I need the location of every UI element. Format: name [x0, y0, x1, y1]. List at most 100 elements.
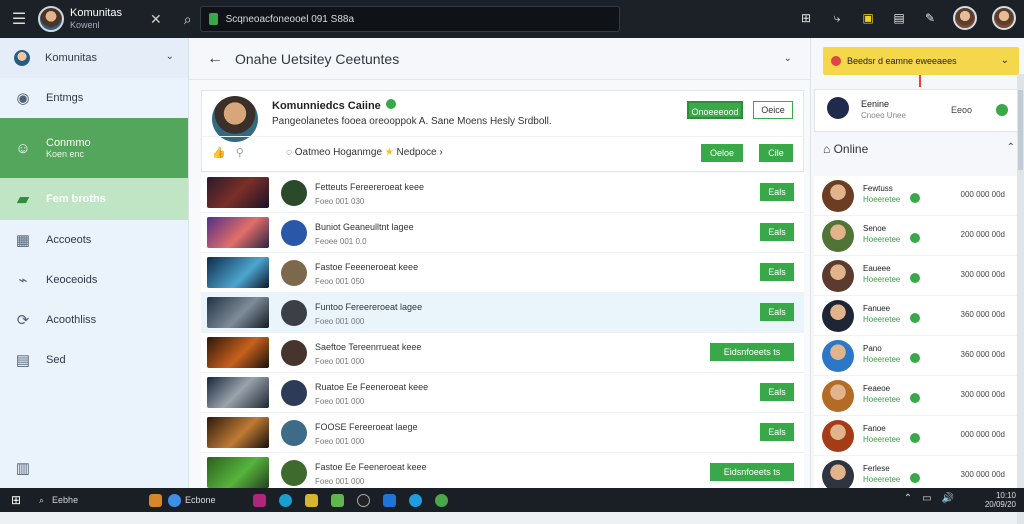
table-row[interactable]: Funtoo Fereereroeat lagee Foeo 001 000 Eal… [201, 293, 804, 333]
post-thumbnail[interactable] [207, 177, 269, 208]
table-row[interactable]: Ruatoe Ee Feeneroeat keee Foeo 001 000 Eal… [201, 373, 804, 413]
online-user[interactable]: Eaueee Hoeeretee 300 000 00d [814, 256, 1018, 296]
action-button-1[interactable]: Oeloe [701, 144, 743, 162]
post-button[interactable]: Eals [760, 223, 794, 241]
task-app-3[interactable] [246, 489, 272, 511]
table-row[interactable]: Fastoe Ee Feeneroeat keee Foeo 001 000 Eid… [201, 453, 804, 493]
chevron-down-icon[interactable]: ⌄ [166, 51, 174, 62]
user-avatar[interactable] [822, 340, 854, 372]
post-button[interactable]: Eals [760, 423, 794, 441]
user-avatar[interactable] [822, 260, 854, 292]
back-arrow-icon[interactable]: ← [207, 50, 223, 68]
chevron-right-icon[interactable]: › [439, 147, 442, 158]
start-icon[interactable]: ⊞ [0, 493, 32, 507]
post-avatar[interactable] [281, 300, 307, 326]
task-app-7[interactable] [350, 489, 376, 511]
badge-icon[interactable]: ▣ [860, 10, 876, 26]
doc-icon[interactable]: ▤ [891, 10, 907, 26]
post-thumbnail[interactable] [207, 217, 269, 248]
post-button[interactable]: Eals [760, 383, 794, 401]
profile-mini-card[interactable]: Eenine Cnoeo Unee Eeoo [814, 89, 1018, 132]
user-avatar[interactable] [953, 6, 977, 30]
user-avatar[interactable] [822, 420, 854, 452]
chevron-down-icon[interactable]: ⌄ [1001, 47, 1009, 75]
post-button[interactable]: Eals [760, 183, 794, 201]
post-avatar[interactable] [281, 260, 307, 286]
post-button[interactable]: Eidsnfoeets ts [710, 463, 794, 481]
table-row[interactable]: Fetteuts Fereereroeat keee Foeo 001 030 Ea… [201, 173, 804, 213]
sidebar-item-acoothliss[interactable]: ⟳ Acoothliss [0, 300, 188, 340]
sidebar-item-community[interactable]: Komunitas ⌄ [0, 38, 188, 78]
post-avatar[interactable] [281, 460, 307, 486]
post-avatar[interactable] [281, 220, 307, 246]
close-icon[interactable]: ✕ [150, 11, 162, 28]
menu-icon[interactable]: ☰ [0, 9, 38, 29]
volume-icon[interactable]: 🔊 [942, 493, 954, 504]
chevron-up-icon[interactable]: ⌃ [1007, 142, 1015, 153]
sidebar-item-keoceoids[interactable]: ⌁ Keoceoids [0, 260, 188, 300]
task-app-9[interactable] [402, 489, 428, 511]
join-button[interactable]: Onoeeeood [687, 101, 743, 119]
post-avatar[interactable] [281, 380, 307, 406]
promo-banner[interactable]: Beedsr d eamne eweeaees ⌄ [823, 47, 1019, 75]
post-thumbnail[interactable] [207, 337, 269, 368]
filter-bar[interactable]: ◌ Oatmeo Hoganmge ★ Nedpoce › [286, 147, 443, 158]
task-app-8[interactable] [376, 489, 402, 511]
post-thumbnail[interactable] [207, 377, 269, 408]
search-icon[interactable]: ⌕ [184, 11, 192, 28]
action-button-2[interactable]: Cile [759, 144, 793, 162]
share-icon[interactable]: ⤷ [829, 10, 845, 26]
online-user[interactable]: Fanoe Hoeeretee 000 000 00d [814, 416, 1018, 456]
app-brand[interactable]: Komunitas Kowenl [70, 7, 122, 31]
user-avatar[interactable] [822, 180, 854, 212]
scrollbar-thumb[interactable] [1018, 90, 1023, 170]
profile-avatar[interactable] [992, 6, 1016, 30]
scrollbar[interactable] [1017, 74, 1024, 524]
post-thumbnail[interactable] [207, 297, 269, 328]
post-button[interactable]: Eals [760, 303, 794, 321]
task-app-6[interactable] [324, 489, 350, 511]
grid-icon[interactable]: ⊞ [798, 10, 814, 26]
table-row[interactable]: Saeftoe Tereenrrueat keee Foeo 001 000 Eid… [201, 333, 804, 373]
sidebar-item-sed[interactable]: ▤ Sed [0, 340, 188, 380]
task-app-10[interactable] [428, 489, 454, 511]
post-thumbnail[interactable] [207, 417, 269, 448]
table-row[interactable]: Fastoe Feeeneroeat keee Feoo 001 050 Eals [201, 253, 804, 293]
sidebar-item-conmmo[interactable]: ☺ Conmmo Koen enc [0, 118, 188, 178]
secondary-button[interactable]: Oeice [753, 101, 793, 119]
post-button[interactable]: Eals [760, 263, 794, 281]
online-header[interactable]: ⌂ Online ⌃ [823, 142, 1015, 156]
pin-icon[interactable]: ⚲ [236, 146, 244, 159]
online-user[interactable]: Pano Hoeeretee 360 000 00d [814, 336, 1018, 376]
post-button[interactable]: Eidsnfoeets ts [710, 343, 794, 361]
task-app-1[interactable] [142, 489, 168, 511]
sidebar-item-accoeots[interactable]: ▦ Accoeots [0, 220, 188, 260]
post-avatar[interactable] [281, 180, 307, 206]
search-input[interactable]: Scqneoacfoneooel 091 S88a [199, 6, 620, 32]
user-avatar[interactable] [822, 220, 854, 252]
thumbs-up-icon[interactable]: 👍 [212, 146, 226, 159]
clock[interactable]: 10:10 20/09/20 [968, 491, 1016, 509]
taskbar-search[interactable]: ⌕ Eebhe [32, 489, 142, 511]
chevron-down-icon[interactable]: ⌄ [784, 53, 792, 64]
post-avatar[interactable] [281, 340, 307, 366]
sidebar-item-fem-broths[interactable]: ▰ Fem broths [0, 178, 188, 220]
chevron-up-icon[interactable]: ⌃ [904, 493, 912, 504]
sidebar-item-entmgs[interactable]: ◉ Entmgs [0, 78, 188, 118]
task-app-2[interactable]: Ecbone [168, 493, 246, 507]
post-avatar[interactable] [281, 420, 307, 446]
table-row[interactable]: Buniot Geaneulltnt lagee Feoee 001 0.0 Eal… [201, 213, 804, 253]
app-avatar[interactable] [38, 6, 64, 32]
online-user[interactable]: Fewtuss Hoeeretee 000 000 00d [814, 176, 1018, 216]
online-user[interactable]: Feaeoe Hoeeretee 300 000 00d [814, 376, 1018, 416]
post-thumbnail[interactable] [207, 457, 269, 488]
online-user[interactable]: Fanuee Hoeeretee 360 000 00d [814, 296, 1018, 336]
network-icon[interactable]: ▭ [922, 493, 931, 504]
table-row[interactable]: FOOSE Fereeroeat laege Foeo 001 000 Eals [201, 413, 804, 453]
edit-icon[interactable]: ✎ [922, 10, 938, 26]
post-thumbnail[interactable] [207, 257, 269, 288]
task-app-4[interactable] [272, 489, 298, 511]
task-app-5[interactable] [298, 489, 324, 511]
user-avatar[interactable] [822, 300, 854, 332]
list-icon[interactable]: ▥ [14, 459, 32, 477]
